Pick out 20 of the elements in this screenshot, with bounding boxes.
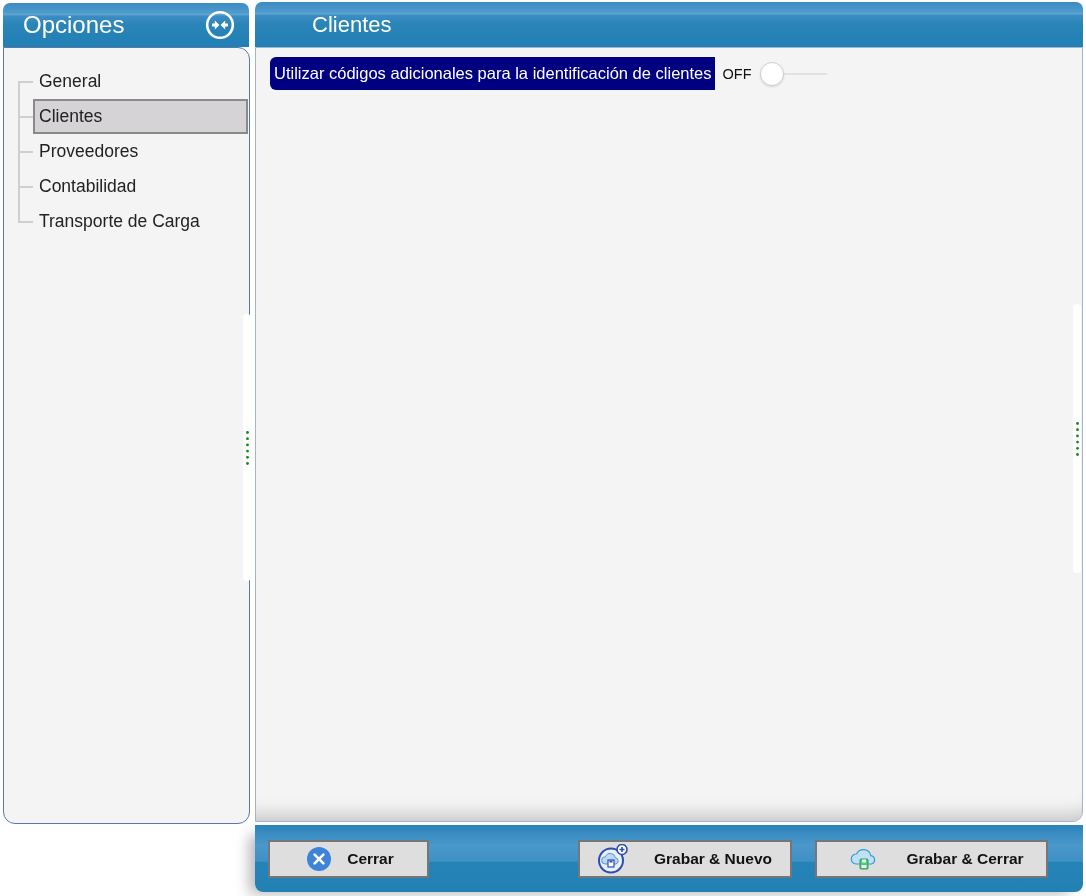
- close-icon: [307, 847, 332, 871]
- footer-button[interactable]: Cerrar: [268, 840, 429, 878]
- grip-icon: [1075, 421, 1079, 456]
- panel-title: Clientes: [312, 11, 392, 38]
- tree-item[interactable]: Contabilidad: [33, 169, 248, 204]
- grip-icon: [245, 430, 249, 465]
- toggle-switch[interactable]: [759, 60, 827, 87]
- tree-item[interactable]: Proveedores: [33, 134, 248, 169]
- tree-item[interactable]: Transporte de Carga: [33, 204, 248, 239]
- option-label: Utilizar códigos adicionales para la identificación de clientes: [270, 57, 715, 90]
- tree-item[interactable]: General: [33, 64, 248, 99]
- inward-arrows-icon[interactable]: [205, 10, 235, 40]
- tree-item[interactable]: Clientes: [33, 99, 248, 134]
- toggle-state-label: OFF: [722, 65, 752, 82]
- splitter-handle[interactable]: [1073, 304, 1081, 573]
- sidebar-title: Opciones: [23, 11, 125, 39]
- cloud-disk-plus-icon: [598, 844, 628, 874]
- footer-button[interactable]: Grabar & Cerrar: [815, 840, 1048, 878]
- splitter-handle[interactable]: [243, 314, 251, 581]
- footer-button[interactable]: Grabar & Nuevo: [578, 840, 792, 878]
